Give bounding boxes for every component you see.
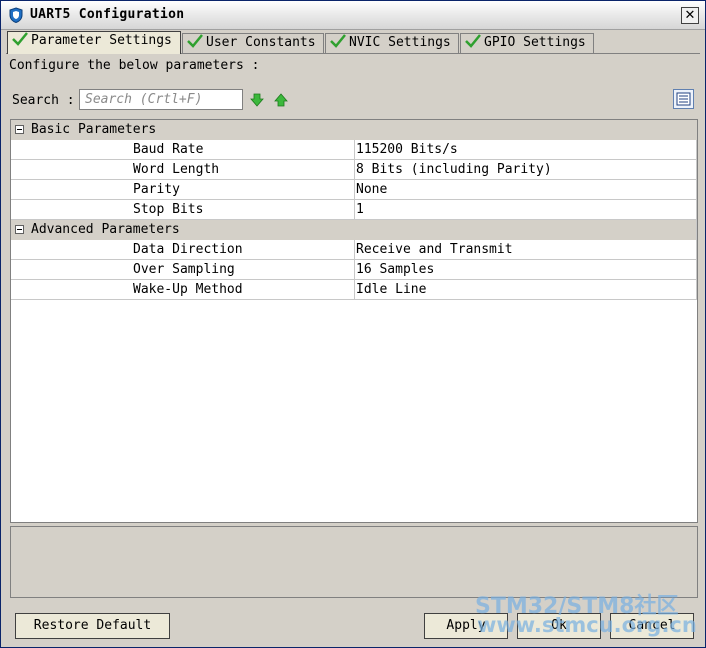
param-value[interactable]: Idle Line: [354, 280, 697, 299]
grid-right-border: [696, 140, 697, 300]
list-view-button[interactable]: [673, 89, 694, 109]
param-row-wake-up-method[interactable]: Wake-Up Method Idle Line: [11, 280, 697, 300]
app-shield-icon: [9, 7, 23, 23]
tab-user-constants[interactable]: User Constants: [182, 33, 324, 53]
tab-label: GPIO Settings: [484, 35, 586, 50]
param-name: Baud Rate: [133, 142, 204, 157]
param-row-parity[interactable]: Parity None: [11, 180, 697, 200]
param-row-stop-bits[interactable]: Stop Bits 1: [11, 200, 697, 220]
watermark-line2: www.stmcu.org.cn: [477, 613, 697, 637]
tab-label: Parameter Settings: [31, 33, 172, 48]
title-bar: UART5 Configuration ✕: [1, 1, 705, 30]
group-basic-parameters[interactable]: Basic Parameters: [11, 120, 697, 140]
param-name: Stop Bits: [133, 202, 204, 217]
tab-nvic-settings[interactable]: NVIC Settings: [325, 33, 459, 53]
collapse-icon[interactable]: [15, 225, 24, 234]
search-input[interactable]: Search (Crtl+F): [79, 89, 243, 110]
param-value[interactable]: None: [354, 180, 697, 199]
param-row-data-direction[interactable]: Data Direction Receive and Transmit: [11, 240, 697, 260]
check-icon: [187, 34, 203, 48]
check-icon: [465, 34, 481, 48]
search-label: Search :: [12, 93, 75, 108]
close-icon: ✕: [684, 8, 696, 23]
parameter-grid: Basic Parameters Baud Rate 115200 Bits/s…: [10, 119, 698, 523]
param-row-over-sampling[interactable]: Over Sampling 16 Samples: [11, 260, 697, 280]
param-name: Over Sampling: [133, 262, 235, 277]
param-value[interactable]: 8 Bits (including Parity): [354, 160, 697, 179]
close-button[interactable]: ✕: [681, 7, 699, 24]
tab-label: User Constants: [206, 35, 316, 50]
param-value[interactable]: Receive and Transmit: [354, 240, 697, 259]
param-value[interactable]: 115200 Bits/s: [354, 140, 697, 159]
arrow-down-icon[interactable]: [250, 93, 264, 107]
param-name: Wake-Up Method: [133, 282, 243, 297]
check-icon: [12, 32, 28, 46]
param-row-word-length[interactable]: Word Length 8 Bits (including Parity): [11, 160, 697, 180]
restore-default-button[interactable]: Restore Default: [15, 613, 170, 639]
param-row-baud-rate[interactable]: Baud Rate 115200 Bits/s: [11, 140, 697, 160]
group-advanced-parameters[interactable]: Advanced Parameters: [11, 220, 697, 240]
list-view-icon: [676, 92, 691, 106]
page-subtitle: Configure the below parameters :: [9, 58, 260, 73]
check-icon: [330, 34, 346, 48]
collapse-icon[interactable]: [15, 125, 24, 134]
group-label: Advanced Parameters: [31, 222, 180, 237]
tab-parameter-settings[interactable]: Parameter Settings: [7, 31, 181, 54]
tab-label: NVIC Settings: [349, 35, 451, 50]
param-name: Data Direction: [133, 242, 243, 257]
param-value[interactable]: 1: [354, 200, 697, 219]
param-value[interactable]: 16 Samples: [354, 260, 697, 279]
param-name: Parity: [133, 182, 180, 197]
tab-gpio-settings[interactable]: GPIO Settings: [460, 33, 594, 53]
window-title: UART5 Configuration: [30, 7, 185, 22]
param-name: Word Length: [133, 162, 220, 177]
group-label: Basic Parameters: [31, 122, 157, 137]
dialog-window: UART5 Configuration ✕ Parameter Settings…: [0, 0, 706, 648]
arrow-up-icon[interactable]: [274, 93, 288, 107]
